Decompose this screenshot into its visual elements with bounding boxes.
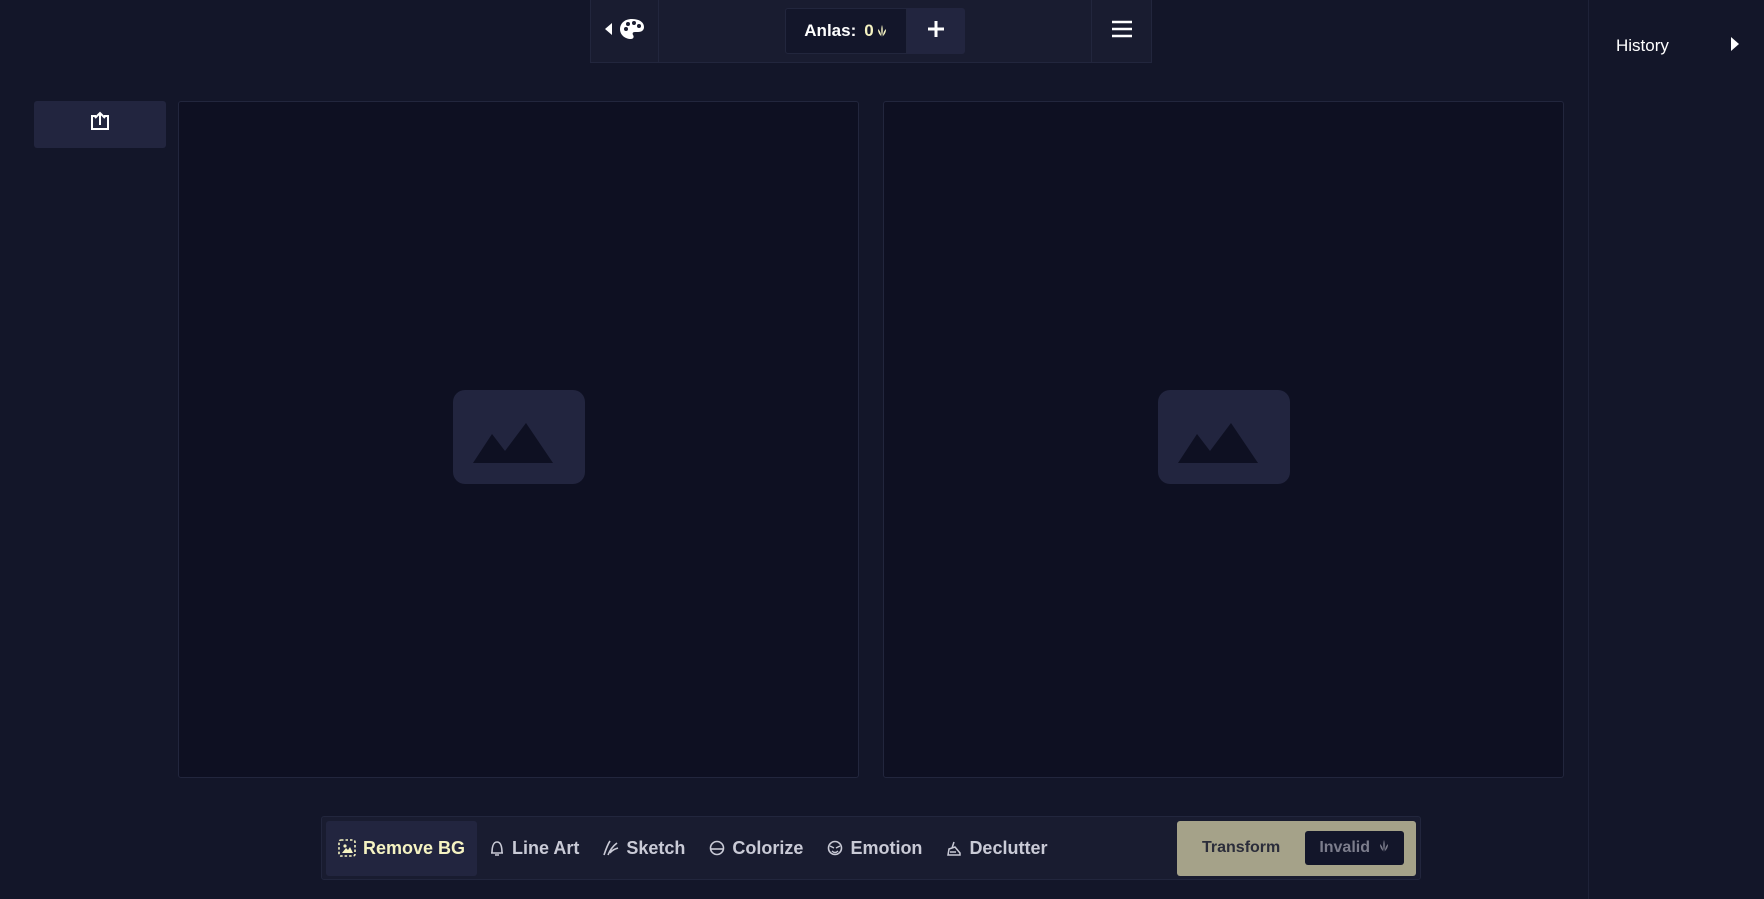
transform-button[interactable]: Transform Invalid <box>1177 820 1416 876</box>
add-anlas-button[interactable] <box>906 8 965 54</box>
tool-remove-bg[interactable]: Remove BG <box>326 820 478 876</box>
tool-label: Emotion <box>850 837 923 858</box>
caret-left-icon <box>604 22 613 41</box>
caret-right-icon <box>1730 36 1740 57</box>
plus-icon <box>927 20 945 43</box>
input-image-panel[interactable] <box>178 101 859 778</box>
upload-image-button[interactable] <box>34 101 166 148</box>
tools-toolbar: Remove BG Line Art Sketch Colorize Emoti… <box>321 816 1421 880</box>
hamburger-menu-icon <box>1111 20 1133 43</box>
menu-button[interactable] <box>1091 0 1151 62</box>
image-placeholder-icon <box>452 390 585 489</box>
anlas-seed-icon <box>876 24 888 38</box>
anlas-seed-icon <box>1378 839 1390 858</box>
tool-label: Line Art <box>512 837 580 858</box>
tool-sketch[interactable]: Sketch <box>591 821 697 876</box>
output-image-panel <box>883 101 1564 778</box>
line-art-icon <box>489 839 505 857</box>
top-toolbar: Anlas: 0 <box>590 0 1152 63</box>
palette-icon <box>619 18 645 45</box>
tool-emotion[interactable]: Emotion <box>815 821 934 876</box>
history-toggle[interactable]: History <box>1589 0 1764 92</box>
emotion-icon <box>827 840 843 856</box>
anlas-label: Anlas: <box>804 21 857 40</box>
tool-label: Declutter <box>969 837 1048 858</box>
tool-line-art[interactable]: Line Art <box>477 821 591 876</box>
tool-label: Sketch <box>626 837 686 858</box>
upload-icon <box>89 111 111 138</box>
tool-colorize[interactable]: Colorize <box>697 821 815 876</box>
remove-bg-icon <box>338 839 356 857</box>
anlas-value: 0 <box>864 21 874 40</box>
image-placeholder-icon <box>1157 390 1290 489</box>
app-root: Anlas: 0 History Remove BG Line Art Sket… <box>0 0 1764 899</box>
transform-label: Transform <box>1202 839 1281 856</box>
sketch-icon <box>603 839 619 857</box>
cost-label: Invalid <box>1319 839 1370 856</box>
anlas-balance: Anlas: 0 <box>785 8 907 54</box>
tool-label: Remove BG <box>363 837 466 858</box>
cost-badge: Invalid <box>1305 831 1404 865</box>
tool-declutter[interactable]: Declutter <box>934 821 1059 876</box>
history-sidebar: History <box>1588 0 1764 899</box>
tool-label: Colorize <box>732 837 804 858</box>
colorize-icon <box>709 840 725 856</box>
declutter-icon <box>946 839 962 857</box>
history-title: History <box>1616 36 1669 55</box>
back-to-image-gen-button[interactable] <box>591 0 659 62</box>
